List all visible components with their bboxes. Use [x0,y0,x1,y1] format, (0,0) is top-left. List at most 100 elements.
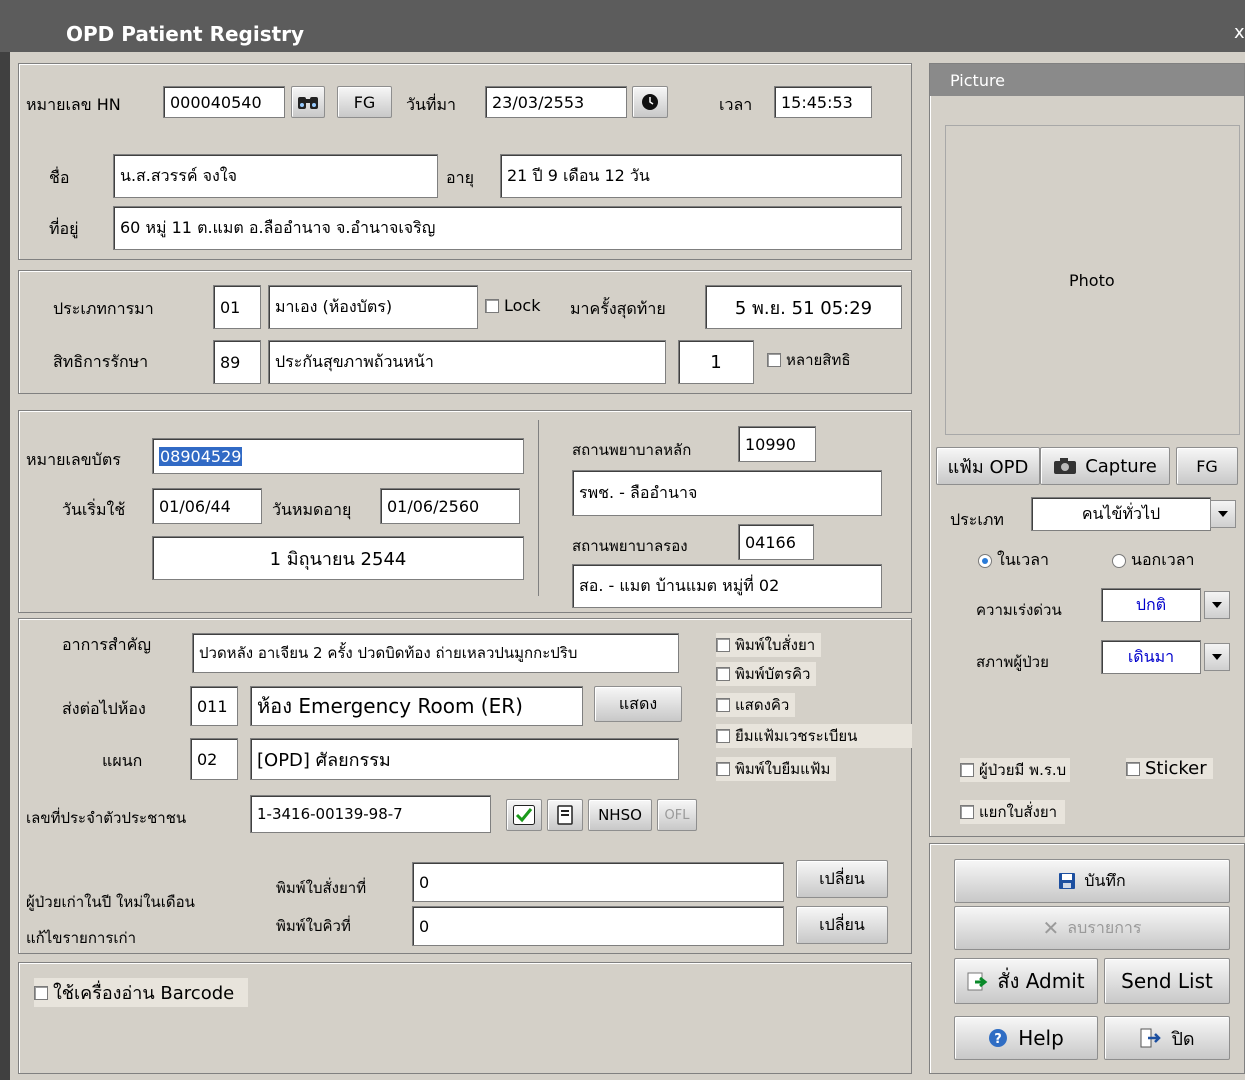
visit-date-input[interactable]: 23/03/2553 [485,86,627,118]
name-label: ชื่อ [49,168,70,187]
address-input[interactable]: 60 หมู่ 11 ต.แมต อ.ลืออำนาจ จ.อำนาจเจริญ [113,206,902,250]
split-rx-checkbox-box[interactable] [960,805,974,819]
opd-file-button[interactable]: แฟ้ม OPD [936,447,1040,485]
prb-checkbox-box[interactable] [960,763,974,777]
binoculars-button[interactable] [291,86,325,118]
help-button[interactable]: ? Help [954,1016,1098,1060]
room-name[interactable]: ห้อง Emergency Room (ER) [250,686,583,726]
lock-label: Lock [504,296,541,315]
save-button[interactable]: บันทึก [954,859,1230,903]
delete-button[interactable]: ✕ ลบรายการ [954,906,1230,950]
sticker-checkbox-box[interactable] [1126,761,1140,776]
change-rx-button[interactable]: เปลี่ยน [796,860,888,898]
out-time-radio[interactable]: นอกเวลา [1112,548,1194,573]
patient-status-line2: แก้ไขรายการเก่า [26,929,137,947]
card-expire-input[interactable]: 01/06/2560 [380,488,520,524]
prb-label: ผู้ป่วยมี พ.ร.บ [979,761,1067,779]
show-queue-checkbox-box[interactable] [716,698,730,712]
capture-button[interactable]: Capture [1040,447,1170,485]
sub-hosp-code[interactable]: 04166 [738,524,814,560]
in-time-radio-dot[interactable] [978,553,992,568]
show-room-button[interactable]: แสดง [594,686,682,722]
cid-input[interactable]: 1-3416-00139-98-7 [250,795,491,833]
name-input[interactable]: น.ส.สวรรค์ จงใจ [113,154,438,198]
out-time-radio-dot[interactable] [1112,553,1126,568]
delete-icon: ✕ [1042,916,1060,940]
print-borrow-slip-checkbox[interactable]: พิมพ์ใบยืมแฟ้ม [716,757,837,781]
ofl-button[interactable]: OFL [657,799,697,831]
barcode-checkbox-box[interactable] [34,985,48,1000]
help-label: Help [1018,1026,1064,1050]
multi-right-checkbox[interactable]: หลายสิทธิ [767,348,851,372]
condition-select[interactable]: เดินมา [1101,640,1201,674]
picture-fg-button[interactable]: FG [1176,447,1238,485]
multi-right-checkbox-box[interactable] [767,353,781,367]
patient-type-dropdown-icon[interactable] [1210,500,1236,528]
print-q-no-label: พิมพ์ใบคิวที่ [276,917,351,935]
room-code[interactable]: 011 [190,686,238,726]
close-window-icon[interactable]: x [1234,22,1245,43]
urgency-select[interactable]: ปกติ [1101,588,1201,622]
floppy-icon [1059,873,1076,889]
show-queue-checkbox[interactable]: แสดงคิว [716,693,796,717]
photo-box[interactable]: Photo [945,125,1240,435]
fg-button[interactable]: FG [337,86,392,118]
change-q-button[interactable]: เปลี่ยน [796,906,888,944]
admit-icon [967,972,988,991]
print-queue-card-checkbox-box[interactable] [716,667,730,681]
print-rx-checkbox-box[interactable] [716,638,730,652]
in-time-radio[interactable]: ในเวลา [978,548,1049,573]
symptom-label: อาการสำคัญ [62,635,151,654]
left-edge [0,52,10,1080]
sticker-checkbox[interactable]: Sticker [1126,758,1213,779]
close-button[interactable]: ปิด [1104,1016,1230,1060]
print-rx-no-input[interactable]: 0 [412,862,784,902]
print-borrow-slip-option: พิมพ์ใบยืมแฟ้ม [735,760,831,778]
borrow-record-checkbox-box[interactable] [716,729,730,743]
card-reader-button[interactable] [547,799,583,831]
time-input[interactable]: 15:45:53 [774,86,872,118]
right-count[interactable]: 1 [678,340,754,384]
age-label: อายุ [446,168,474,187]
condition-dropdown-icon[interactable] [1204,643,1230,671]
dept-code[interactable]: 02 [190,738,238,780]
show-queue-option: แสดงคิว [735,696,790,714]
symptom-input[interactable]: ปวดหลัง อาเจียน 2 ครั้ง ปวดบิดท้อง ถ่ายเ… [192,633,679,673]
lock-checkbox-box[interactable] [485,298,499,313]
borrow-record-option: ยืมแฟ้มเวชระเบียน [735,727,858,745]
print-q-no-input[interactable]: 0 [412,906,784,946]
patient-type-select[interactable]: คนไข้ทั่วไป [1031,497,1211,531]
card-expire-label: วันหมดอายุ [272,500,352,519]
nhso-button[interactable]: NHSO [588,799,652,831]
send-list-button[interactable]: Send List [1104,958,1230,1004]
print-rx-checkbox[interactable]: พิมพ์ใบสั่งยา [716,633,822,657]
prb-checkbox[interactable]: ผู้ป่วยมี พ.ร.บ [960,758,1071,782]
out-time-label: นอกเวลา [1131,550,1195,569]
in-time-label: ในเวลา [997,550,1049,569]
urgency-dropdown-icon[interactable] [1204,591,1230,619]
time-label: เวลา [719,95,753,114]
lock-checkbox[interactable]: Lock [485,296,540,315]
calendar-button[interactable] [632,86,668,118]
borrow-record-checkbox[interactable]: ยืมแฟ้มเวชระเบียน [716,724,912,748]
print-borrow-slip-checkbox-box[interactable] [716,762,730,776]
hn-input[interactable]: 000040540 [163,86,285,118]
card-no-input[interactable]: 08904529 [152,438,524,474]
age-input[interactable]: 21 ปี 9 เดือน 12 วัน [500,154,902,198]
save-label: บันทึก [1084,870,1126,890]
barcode-checkbox[interactable]: ใช้เครื่องอ่าน Barcode [34,978,249,1007]
verify-button[interactable] [506,799,542,831]
main-hosp-code[interactable]: 10990 [738,426,816,462]
dept-name[interactable]: [OPD] ศัลยกรรม [250,738,679,780]
split-rx-checkbox[interactable]: แยกใบสั่งยา [960,800,1066,824]
card-start-input[interactable]: 01/06/44 [152,488,262,524]
visit-type-code[interactable]: 01 [213,285,261,329]
right-name[interactable]: ประกันสุขภาพถ้วนหน้า [268,340,666,384]
picture-header: Picture [930,64,1244,96]
sticker-label: Sticker [1145,758,1207,779]
print-queue-card-checkbox[interactable]: พิมพ์บัตรคิว [716,662,817,686]
admit-button[interactable]: สั่ง Admit [954,958,1098,1004]
barcode-label: ใช้เครื่องอ่าน Barcode [53,983,235,1004]
right-code[interactable]: 89 [213,340,261,384]
visit-type-name[interactable]: มาเอง (ห้องบัตร) [268,285,478,329]
